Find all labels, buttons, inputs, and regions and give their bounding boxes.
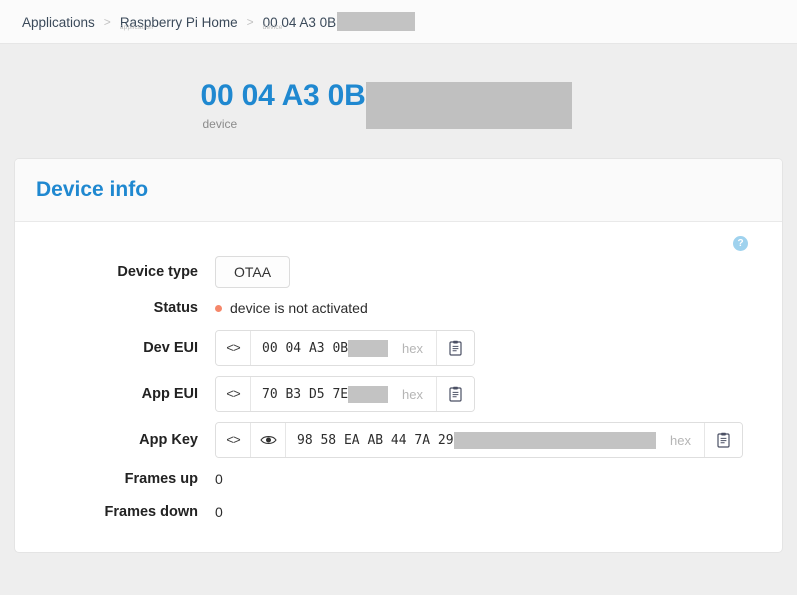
dev-eui-field[interactable]: 00 04 A3 0B [251, 331, 389, 366]
app-key-redaction-block [453, 431, 657, 449]
dev-eui-value: 00 04 A3 0B [262, 340, 349, 356]
value-frames-up: 0 [215, 471, 223, 487]
clipboard-icon[interactable] [436, 377, 474, 412]
value-dev-eui: <> 00 04 A3 0B hex [215, 330, 475, 367]
breadcrumb-label-device: 00 04 A3 0B [262, 14, 337, 30]
field-row-frames-up: Frames up 0 [15, 471, 760, 487]
app-key-field[interactable]: 98 58 EA AB 44 7A 29 [286, 423, 657, 458]
label-frames-down: Frames down [104, 504, 198, 521]
label-device-type: Device type [117, 264, 198, 281]
value-frames-down: 0 [215, 504, 223, 520]
breadcrumb-item-application[interactable]: Raspberry Pi Home application [119, 14, 238, 31]
code-format-icon[interactable]: <> [216, 377, 251, 412]
dev-eui-input-group[interactable]: <> 00 04 A3 0B hex [215, 330, 475, 367]
device-info-card: Device info ? Device type OTAA Status de… [14, 158, 783, 554]
breadcrumb-redaction-block [337, 12, 416, 31]
app-eui-field[interactable]: 70 B3 D5 7E [251, 377, 389, 412]
breadcrumb-label-applications: Applications [22, 14, 95, 30]
code-format-icon[interactable]: <> [216, 423, 251, 458]
clipboard-icon[interactable] [436, 331, 474, 366]
label-app-eui: App EUI [141, 386, 198, 403]
value-app-eui: <> 70 B3 D5 7E hex [215, 376, 475, 413]
label-dev-eui: Dev EUI [143, 340, 198, 357]
dev-eui-redaction-block [348, 339, 389, 357]
breadcrumb-separator-2: > [246, 14, 254, 29]
app-eui-value: 70 B3 D5 7E [262, 386, 349, 402]
field-row-status: Status device is not activated [15, 300, 760, 316]
app-eui-input-group[interactable]: <> 70 B3 D5 7E hex [215, 376, 475, 413]
status-dot-icon [215, 304, 222, 312]
device-type-badge: OTAA [215, 256, 291, 289]
value-device-type: OTAA [215, 256, 291, 289]
page-title-block: 00 04 A3 0B device [200, 79, 366, 132]
top-navigation-bar: Applications > Raspberry Pi Home applica… [0, 0, 797, 44]
page-title-redaction-block [365, 82, 572, 129]
label-app-key: App Key [139, 432, 198, 449]
frames-down-count: 0 [215, 504, 223, 521]
field-row-frames-down: Frames down 0 [15, 504, 760, 520]
eye-icon[interactable] [251, 423, 286, 458]
card-header: Device info [15, 159, 782, 223]
app-eui-redaction-block [348, 385, 389, 403]
breadcrumb-current-device: 00 04 A3 0B device [262, 14, 337, 31]
code-format-icon[interactable]: <> [216, 331, 251, 366]
card-body: ? Device type OTAA Status device is not … [15, 222, 782, 552]
app-key-input-group[interactable]: <> 98 58 EA AB 44 7A 29 hex [215, 422, 743, 459]
app-eui-hex-label: hex [388, 377, 436, 412]
card-title: Device info [36, 178, 149, 202]
label-frames-up: Frames up [124, 471, 198, 488]
value-status: device is not activated [215, 300, 368, 316]
clipboard-icon[interactable] [704, 423, 742, 458]
field-row-device-type: Device type OTAA [15, 256, 760, 289]
value-app-key: <> 98 58 EA AB 44 7A 29 hex [215, 422, 743, 459]
breadcrumb: Applications > Raspberry Pi Home applica… [22, 0, 416, 43]
page-subtitle: device [202, 117, 238, 132]
dev-eui-hex-label: hex [388, 331, 436, 366]
status-badge: device is not activated [230, 300, 368, 317]
field-row-dev-eui: Dev EUI <> 00 04 A3 0B hex [15, 330, 760, 367]
frames-up-count: 0 [215, 471, 223, 488]
breadcrumb-label-application: Raspberry Pi Home [119, 14, 238, 30]
field-row-app-key: App Key <> 98 58 EA AB 44 7A 29 hex [15, 422, 760, 459]
field-row-app-eui: App EUI <> 70 B3 D5 7E hex [15, 376, 760, 413]
page-title: 00 04 A3 0B [200, 79, 366, 112]
help-row: ? [15, 234, 760, 256]
breadcrumb-item-device[interactable]: 00 04 A3 0B device [263, 12, 416, 31]
breadcrumb-link-application[interactable]: Raspberry Pi Home application [119, 14, 238, 31]
help-icon[interactable]: ? [733, 236, 748, 252]
breadcrumb-item-applications[interactable]: Applications [22, 14, 95, 30]
page-header: 00 04 A3 0B device [0, 44, 797, 131]
label-status: Status [153, 300, 198, 317]
breadcrumb-separator-1: > [103, 14, 111, 29]
page-title-wrap: 00 04 A3 0B device [200, 79, 597, 132]
app-key-value: 98 58 EA AB 44 7A 29 [297, 432, 454, 448]
app-key-hex-label: hex [656, 423, 704, 458]
breadcrumb-link-applications[interactable]: Applications [22, 14, 95, 30]
